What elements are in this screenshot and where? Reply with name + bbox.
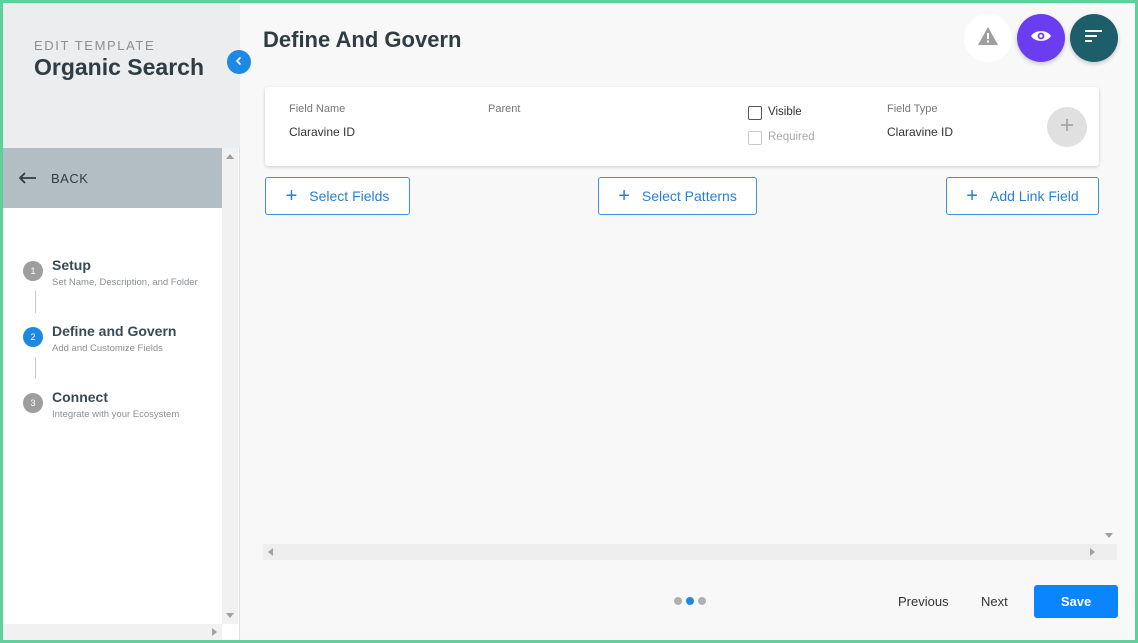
step-subtitle: Add and Customize Fields [52,343,163,354]
sidebar-horizontal-scrollbar[interactable] [3,624,222,640]
previous-button[interactable]: Previous [898,594,949,609]
field-type-label: Field Type [887,103,938,115]
add-link-field-button[interactable]: + Add Link Field [946,177,1099,215]
add-field-button[interactable] [1047,107,1087,147]
required-label: Required [768,131,815,143]
step-connector [35,357,36,379]
step-number: 2 [23,327,43,347]
parent-label: Parent [488,103,521,115]
step-number: 1 [23,261,43,281]
scroll-right-arrow-icon[interactable] [212,628,217,636]
sidebar-kicker: EDIT TEMPLATE [34,38,156,53]
back-label: BACK [51,170,89,186]
scroll-down-arrow-icon[interactable] [1105,533,1113,538]
step-connector [35,291,36,313]
required-checkbox[interactable] [748,131,762,145]
step-title: Define and Govern [52,323,177,339]
warnings-button[interactable] [964,14,1012,62]
template-title: Organic Search [34,54,205,80]
page-title: Define And Govern [263,27,462,52]
scroll-up-arrow-icon[interactable] [226,154,234,159]
field-name-label: Field Name [289,103,346,115]
sort-icon [1085,29,1103,48]
field-name-value: Claravine ID [289,125,356,139]
visible-label: Visible [768,106,802,118]
pager-dot [698,597,706,605]
plus-icon [1060,118,1074,137]
preview-button[interactable] [1017,14,1065,62]
sidebar-header: EDIT TEMPLATE Organic Search [3,3,240,148]
scroll-down-arrow-icon[interactable] [226,613,234,618]
select-patterns-label: Select Patterns [641,188,737,204]
main-vertical-scrollbar[interactable] [1101,87,1117,544]
visible-checkbox[interactable] [748,106,762,120]
chevron-left-icon [234,53,244,71]
plus-icon: + [285,185,298,207]
main-horizontal-scrollbar[interactable] [263,544,1117,560]
sort-fields-button[interactable] [1070,14,1118,62]
select-patterns-button[interactable]: + Select Patterns [598,177,757,215]
step-title: Setup [52,257,91,273]
field-card[interactable]: Field Name Claravine ID Parent Visible R… [265,87,1099,166]
plus-icon: + [618,185,630,207]
step-title: Connect [52,389,108,405]
sidebar: EDIT TEMPLATE Organic Search BACK 1 Setu… [3,3,240,640]
back-button[interactable]: BACK [3,148,222,208]
collapse-sidebar-button[interactable] [227,50,251,74]
step-pager [674,597,706,605]
scroll-right-arrow-icon[interactable] [1090,548,1095,556]
pager-dot-active [686,597,694,605]
save-button[interactable]: Save [1034,585,1118,618]
field-type-value: Claravine ID [887,125,954,139]
step-subtitle: Set Name, Description, and Folder [52,277,198,288]
warning-icon [977,26,999,51]
scroll-left-arrow-icon[interactable] [268,548,273,556]
next-button[interactable]: Next [981,594,1008,609]
app-frame: EDIT TEMPLATE Organic Search BACK 1 Setu… [0,0,1138,643]
select-fields-label: Select Fields [309,188,390,204]
step-subtitle: Integrate with your Ecosystem [52,409,180,420]
arrow-left-icon [19,171,39,185]
pager-dot [674,597,682,605]
sidebar-vertical-scrollbar[interactable] [222,148,238,624]
select-fields-button[interactable]: + Select Fields [265,177,410,215]
plus-icon: + [966,185,978,207]
add-link-field-label: Add Link Field [989,188,1079,204]
eye-icon [1030,29,1052,48]
step-number: 3 [23,393,43,413]
